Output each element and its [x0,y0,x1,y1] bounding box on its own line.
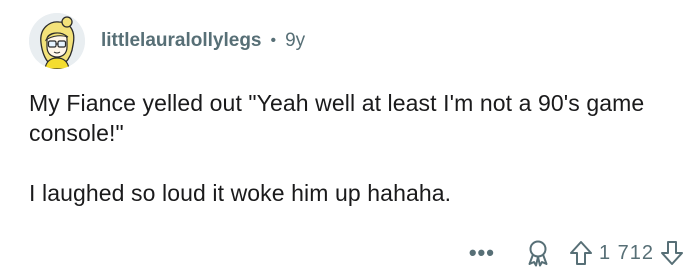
upvote-icon[interactable] [569,240,593,266]
award-icon[interactable] [525,239,551,267]
comment-paragraph: My Fiance yelled out "Yeah well at least… [29,90,645,146]
comment-actions: ••• 1 712 [469,239,684,267]
comment-age[interactable]: 9y [285,30,305,52]
vote-controls: 1 712 [569,240,684,266]
avatar[interactable] [29,13,85,69]
comment-header: littlelauralollylegs • 9y [101,29,305,53]
username-link[interactable]: littlelauralollylegs [101,30,262,52]
comment-card: littlelauralollylegs • 9y My Fiance yell… [0,0,700,270]
avatar-icon [29,13,85,69]
comment-paragraph: I laughed so loud it woke him up hahaha. [29,180,452,206]
vote-score: 1 712 [598,241,654,264]
more-options-button[interactable]: ••• [469,242,495,264]
downvote-icon[interactable] [660,240,684,266]
separator-dot: • [270,32,277,49]
comment-body: My Fiance yelled out "Yeah well at least… [29,88,669,208]
